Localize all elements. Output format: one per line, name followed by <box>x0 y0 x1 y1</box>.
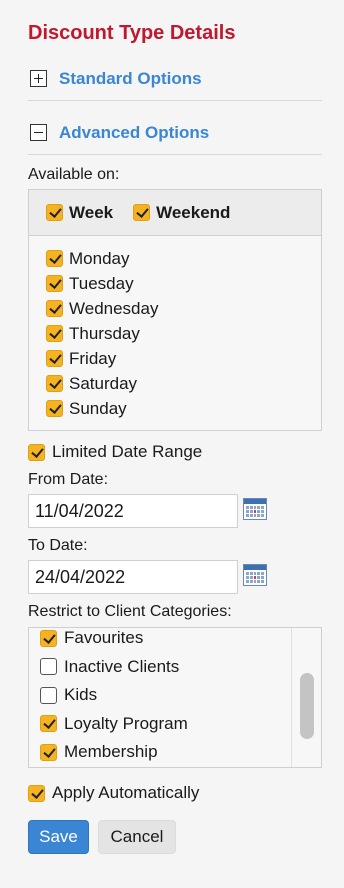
cancel-button[interactable]: Cancel <box>98 820 176 854</box>
day-checkbox[interactable] <box>46 400 63 417</box>
calendar-icon[interactable] <box>243 498 267 520</box>
available-days-box: Week Weekend Monday Tuesday Wednesday Th… <box>28 189 322 431</box>
day-label: Wednesday <box>69 298 159 318</box>
weekend-label: Weekend <box>156 202 231 222</box>
category-item-membership[interactable]: Membership <box>40 738 188 767</box>
week-checkbox[interactable] <box>46 204 63 221</box>
day-label: Tuesday <box>69 273 134 293</box>
limited-date-range-checkbox[interactable] <box>28 443 45 461</box>
day-label: Saturday <box>69 373 138 393</box>
page-title: Discount Type Details <box>28 22 236 44</box>
category-label: Membership <box>64 742 158 762</box>
category-checkbox[interactable] <box>40 715 57 733</box>
days-list: Monday Tuesday Wednesday Thursday Friday… <box>29 236 321 421</box>
to-date-label: To Date: <box>28 537 88 554</box>
advanced-options-label[interactable]: Advanced Options <box>59 123 209 143</box>
day-checkbox[interactable] <box>46 275 63 292</box>
day-item-wednesday[interactable]: Wednesday <box>40 296 321 321</box>
category-item-loyalty-program[interactable]: Loyalty Program <box>40 710 188 739</box>
apply-automatically-checkbox[interactable] <box>28 784 45 802</box>
standard-options-toggle[interactable]: Standard Options <box>28 57 322 101</box>
expand-plus-icon[interactable] <box>30 70 47 87</box>
apply-automatically-label: Apply Automatically <box>52 783 200 802</box>
calendar-icon[interactable] <box>243 564 267 586</box>
weekend-checkbox-group[interactable]: Weekend <box>127 203 230 223</box>
category-item-kids[interactable]: Kids <box>40 681 188 710</box>
scrollbar-thumb[interactable] <box>300 673 314 739</box>
limited-date-range-label: Limited Date Range <box>52 442 203 461</box>
category-label: Inactive Clients <box>64 656 180 676</box>
category-label: Favourites <box>64 628 144 648</box>
to-date-input[interactable]: 24/04/2022 <box>28 560 238 594</box>
week-checkbox-group[interactable]: Week <box>40 203 113 223</box>
category-label: Kids <box>64 685 98 705</box>
category-checkbox[interactable] <box>40 686 57 704</box>
day-item-tuesday[interactable]: Tuesday <box>40 271 321 296</box>
day-label: Sunday <box>69 398 127 418</box>
day-item-thursday[interactable]: Thursday <box>40 321 321 346</box>
limited-date-range-row[interactable]: Limited Date Range <box>28 442 202 462</box>
from-date-label: From Date: <box>28 471 109 488</box>
day-label: Monday <box>69 248 130 268</box>
days-group-header: Week Weekend <box>29 190 321 236</box>
category-checkbox[interactable] <box>40 743 57 761</box>
collapse-minus-icon[interactable] <box>30 124 47 141</box>
day-label: Thursday <box>69 323 140 343</box>
scrollbar[interactable] <box>291 628 321 767</box>
category-label: Loyalty Program <box>64 713 188 733</box>
day-item-sunday[interactable]: Sunday <box>40 396 321 421</box>
day-item-friday[interactable]: Friday <box>40 346 321 371</box>
advanced-options-toggle[interactable]: Advanced Options <box>28 111 322 155</box>
day-item-saturday[interactable]: Saturday <box>40 371 321 396</box>
day-checkbox[interactable] <box>46 250 63 267</box>
category-item-inactive-clients[interactable]: Inactive Clients <box>40 653 188 682</box>
standard-options-label[interactable]: Standard Options <box>59 69 202 89</box>
available-on-label: Available on: <box>28 166 120 183</box>
week-label: Week <box>69 202 114 222</box>
category-checkbox[interactable] <box>40 658 57 676</box>
day-item-monday[interactable]: Monday <box>40 246 321 271</box>
day-label: Friday <box>69 348 117 368</box>
day-checkbox[interactable] <box>46 350 63 367</box>
category-checkbox[interactable] <box>40 629 57 647</box>
weekend-checkbox[interactable] <box>133 204 151 221</box>
day-checkbox[interactable] <box>46 300 63 317</box>
day-checkbox[interactable] <box>46 325 63 342</box>
client-categories-list[interactable]: Favourites Inactive Clients Kids Loyalty… <box>28 627 322 768</box>
day-checkbox[interactable] <box>46 375 63 392</box>
save-button[interactable]: Save <box>28 820 89 854</box>
discount-type-panel: Discount Type Details Standard Options A… <box>0 0 344 888</box>
client-categories-label: Restrict to Client Categories: <box>28 603 232 620</box>
category-items: Favourites Inactive Clients Kids Loyalty… <box>40 628 188 767</box>
category-item-favourites[interactable]: Favourites <box>40 628 188 653</box>
from-date-input[interactable]: 11/04/2022 <box>28 494 238 528</box>
apply-automatically-row[interactable]: Apply Automatically <box>28 783 199 803</box>
